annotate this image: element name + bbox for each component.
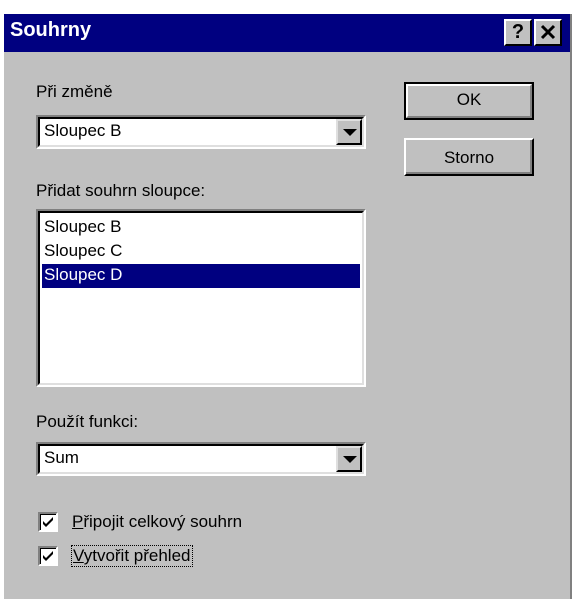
cancel-button[interactable]: Storno: [404, 138, 534, 176]
ok-button-label: OK: [456, 90, 482, 109]
combobox-frame: [38, 444, 364, 474]
add-subtotal-label: Přidat souhrn sloupce:: [36, 181, 206, 200]
grand-total-label-rest: řipojit celkový souhrn: [83, 512, 243, 531]
on-change-dropdown-button[interactable]: [336, 119, 362, 145]
on-change-combobox[interactable]: Sloupec B: [36, 115, 366, 149]
ok-button[interactable]: OK: [404, 82, 534, 120]
help-button[interactable]: ?: [504, 19, 532, 46]
close-icon: [540, 24, 556, 40]
add-subtotal-listbox[interactable]: Sloupec B Sloupec C Sloupec D: [36, 209, 366, 387]
dialog-title: Souhrny: [10, 19, 92, 41]
list-item-sloupec-d[interactable]: Sloupec D: [42, 264, 360, 288]
use-function-dropdown-button[interactable]: [336, 446, 362, 472]
use-function-combobox[interactable]: Sum: [36, 442, 366, 476]
use-function-label: Použít funkci:: [36, 412, 139, 431]
create-outline-mnemonic: V: [73, 546, 84, 565]
checkmark-icon: [43, 517, 53, 527]
use-function-value: Sum: [44, 448, 79, 467]
grand-total-mnemonic: P: [72, 512, 84, 531]
list-item-sloupec-c[interactable]: Sloupec C: [42, 240, 360, 264]
list-item-sloupec-b[interactable]: Sloupec B: [42, 216, 360, 240]
create-outline-checkbox[interactable]: [38, 546, 58, 566]
grand-total-checkbox[interactable]: [38, 512, 58, 532]
create-outline-label-rest: ytvořit přehled: [83, 546, 191, 565]
create-outline-label[interactable]: Vytvořit přehled: [71, 545, 193, 567]
cancel-button-label: Storno: [443, 148, 495, 167]
on-change-value: Sloupec B: [44, 121, 122, 140]
close-button[interactable]: [534, 19, 562, 46]
grand-total-label[interactable]: Připojit celkový souhrn: [72, 512, 242, 532]
chevron-down-icon: [343, 129, 357, 136]
on-change-label: Při změně: [36, 82, 113, 101]
subtotals-dialog: Souhrny ? Při změně Sloupec B Přidat sou…: [2, 14, 572, 599]
checkmark-icon: [43, 551, 53, 561]
title-bar[interactable]: Souhrny ?: [4, 14, 570, 52]
chevron-down-icon: [343, 456, 357, 463]
